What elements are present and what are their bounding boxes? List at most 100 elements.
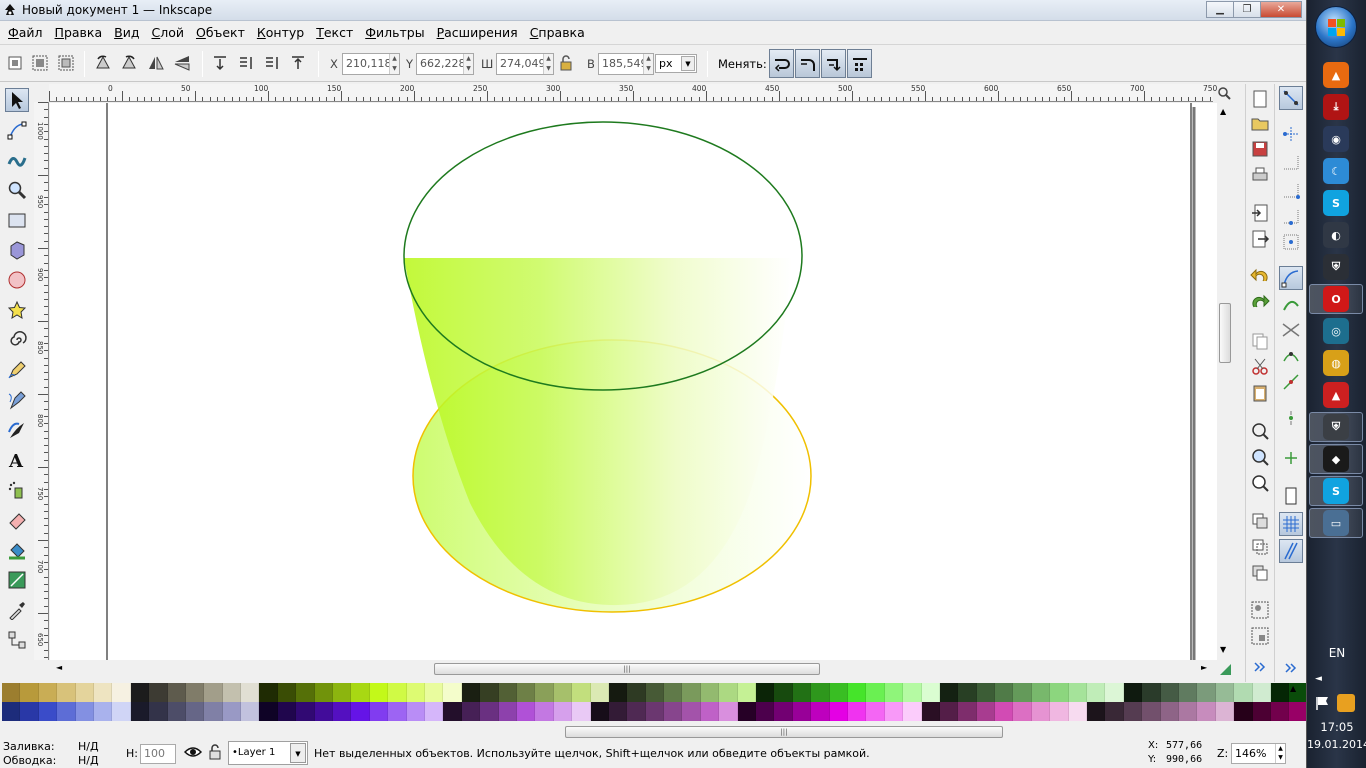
palette-swatch[interactable] xyxy=(516,683,536,702)
palette-swatch[interactable] xyxy=(75,683,94,702)
lower-icon[interactable] xyxy=(261,52,283,74)
tanks-icon[interactable]: ⛨ xyxy=(1323,414,1349,440)
star-tool-icon[interactable] xyxy=(5,298,29,322)
ellipse-tool-icon[interactable] xyxy=(5,268,29,292)
horizontal-scrollbar[interactable]: ◄ ||| ► xyxy=(50,661,1217,677)
y-input[interactable]: 662,228 ▲ ▼ xyxy=(416,53,474,75)
palette-swatch[interactable] xyxy=(277,683,297,702)
flip-vertical-icon[interactable] xyxy=(171,52,193,74)
rect-tool-icon[interactable] xyxy=(5,208,29,232)
drawing-svg[interactable] xyxy=(50,103,1217,660)
palette-swatch[interactable] xyxy=(296,683,315,702)
palette-swatch[interactable] xyxy=(866,702,885,721)
palette-swatch[interactable] xyxy=(590,702,609,721)
snap-bbox-center-icon[interactable] xyxy=(1279,230,1303,254)
media-icon[interactable]: ◐ xyxy=(1323,222,1349,248)
palette-swatch[interactable] xyxy=(1160,702,1179,721)
palette-swatch[interactable] xyxy=(351,683,370,702)
snap-bbox-midpoint-icon[interactable] xyxy=(1279,204,1303,228)
scale-stroke-icon[interactable] xyxy=(769,49,794,78)
palette-swatch[interactable] xyxy=(222,702,242,721)
redo-icon[interactable] xyxy=(1249,292,1271,314)
palette-swatch[interactable] xyxy=(1289,702,1308,721)
palette-swatch[interactable] xyxy=(958,683,977,702)
layer-select[interactable]: •Layer 1 ▼ xyxy=(228,741,308,765)
palette-swatch[interactable] xyxy=(535,702,554,721)
flip-horizontal-icon[interactable] xyxy=(145,52,167,74)
color-manage-icon[interactable] xyxy=(1218,662,1232,676)
palette-swatch[interactable] xyxy=(737,702,757,721)
palette-swatch[interactable] xyxy=(480,702,499,721)
unlink-clone-icon[interactable] xyxy=(1249,562,1271,584)
palette-swatch[interactable] xyxy=(38,702,58,721)
snap-bbox-corner-icon[interactable] xyxy=(1279,178,1303,202)
menu-5[interactable]: Контур xyxy=(251,22,310,43)
calligraphy-tool-icon[interactable] xyxy=(5,418,29,442)
close-button[interactable]: ✕ xyxy=(1260,1,1302,18)
skype-icon[interactable]: S xyxy=(1323,190,1349,216)
move-patterns-icon[interactable] xyxy=(847,49,872,78)
spiral-tool-icon[interactable] xyxy=(5,328,29,352)
paint-bucket-tool-icon[interactable] xyxy=(5,538,29,562)
inkscape-icon[interactable]: ◆ xyxy=(1323,446,1349,472)
palette-swatch[interactable] xyxy=(627,702,646,721)
select-all-layers-icon[interactable] xyxy=(29,52,51,74)
select-all-icon[interactable] xyxy=(4,52,26,74)
width-input[interactable]: 274,049 ▲ ▼ xyxy=(496,53,554,75)
x-input[interactable]: 210,118 ▲ ▼ xyxy=(342,53,400,75)
warning-icon[interactable]: ▲ xyxy=(1323,382,1349,408)
palette-swatch[interactable] xyxy=(1215,702,1235,721)
palette-swatch[interactable] xyxy=(516,702,536,721)
palette-swatch[interactable] xyxy=(719,702,738,721)
palette-swatch[interactable] xyxy=(204,683,223,702)
palette-swatch[interactable] xyxy=(93,683,113,702)
monitor-icon[interactable]: ▭ xyxy=(1323,510,1349,536)
palette-swatch[interactable] xyxy=(682,702,701,721)
scroll-down-icon[interactable]: ▼ xyxy=(1220,645,1226,654)
invert-selection-icon[interactable] xyxy=(55,52,77,74)
menu-9[interactable]: Справка xyxy=(524,22,591,43)
menu-6[interactable]: Текст xyxy=(310,22,359,43)
vertical-scrollbar[interactable]: ▲ ▼ xyxy=(1217,103,1233,660)
zoom-selection-icon[interactable] xyxy=(1249,420,1271,442)
palette-swatch[interactable] xyxy=(1123,683,1143,702)
clock-date[interactable]: 19.01.2014 xyxy=(1307,738,1366,751)
paste-icon[interactable] xyxy=(1249,382,1271,404)
zoom-tool-icon[interactable] xyxy=(5,178,29,202)
snap-bbox-edge-icon[interactable] xyxy=(1279,150,1303,174)
palette-swatch[interactable] xyxy=(627,683,646,702)
palette-swatch[interactable] xyxy=(829,683,848,702)
tweak-tool-icon[interactable] xyxy=(5,148,29,172)
menu-4[interactable]: Объект xyxy=(190,22,251,43)
palette-swatch[interactable] xyxy=(1087,702,1106,721)
palette-swatch[interactable] xyxy=(645,683,665,702)
palette-swatch[interactable] xyxy=(20,702,39,721)
spray-tool-icon[interactable] xyxy=(5,478,29,502)
rotate-cw-icon[interactable] xyxy=(118,52,140,74)
palette-swatch[interactable] xyxy=(1068,683,1088,702)
palette-swatch[interactable] xyxy=(112,683,131,702)
palette-swatch[interactable] xyxy=(847,683,867,702)
palette-swatch[interactable] xyxy=(811,702,830,721)
palette-swatch[interactable] xyxy=(1013,683,1032,702)
palette-swatch[interactable] xyxy=(1142,702,1161,721)
import-icon[interactable] xyxy=(1249,202,1271,224)
palette-swatch[interactable] xyxy=(1197,683,1216,702)
palette-swatch[interactable] xyxy=(664,702,683,721)
palette-swatch[interactable] xyxy=(351,702,370,721)
palette-swatch[interactable] xyxy=(921,702,940,721)
skype2-icon[interactable]: S xyxy=(1323,478,1349,504)
palette-swatch[interactable] xyxy=(241,702,260,721)
palette-swatch[interactable] xyxy=(903,702,922,721)
move-gradients-icon[interactable] xyxy=(821,49,846,78)
scroll-right-icon[interactable]: ► xyxy=(1201,663,1207,672)
palette-swatch[interactable] xyxy=(1179,702,1198,721)
palette-swatch[interactable] xyxy=(1050,683,1069,702)
height-input[interactable]: 185,549 ▲ ▼ xyxy=(598,53,654,75)
raise-icon[interactable] xyxy=(235,52,257,74)
vlc-icon[interactable]: ▲ xyxy=(1323,62,1349,88)
zoom-input[interactable]: 146% ▲ ▼ xyxy=(1231,743,1286,764)
print-icon[interactable] xyxy=(1249,164,1271,186)
palette-swatch[interactable] xyxy=(976,683,996,702)
palette-swatch[interactable] xyxy=(130,683,150,702)
